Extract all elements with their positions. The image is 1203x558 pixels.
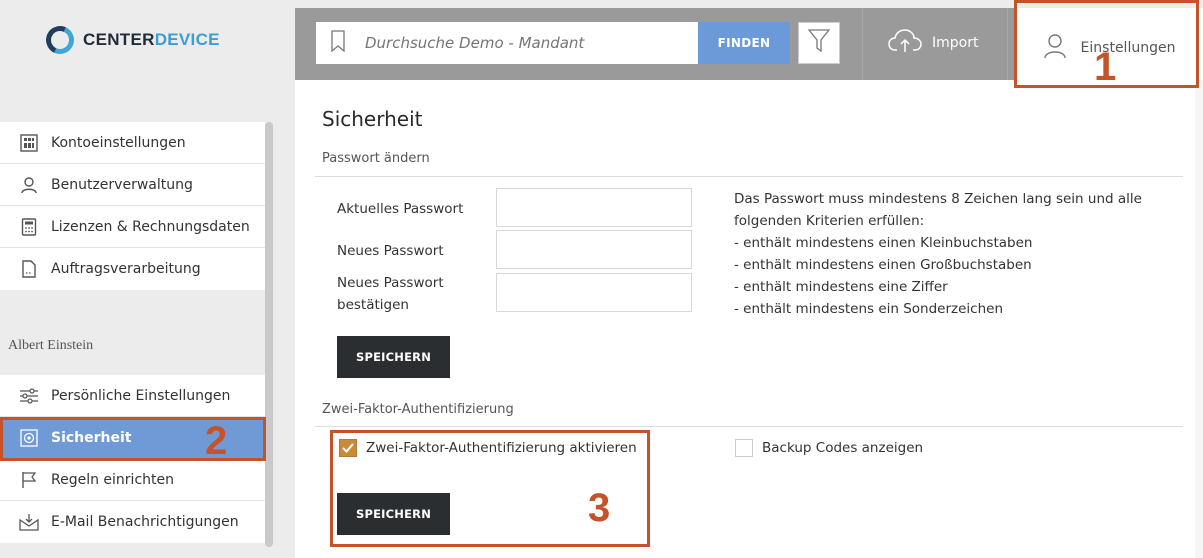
sidebar-item-regeln-einrichten[interactable]: Regeln einrichten [0,459,265,501]
divider [315,426,1183,427]
grid-icon [19,133,39,153]
password-rule: Das Passwort muss mindestens 8 Zeichen l… [734,191,1142,207]
sidebar-item-label: Kontoeinstellungen [51,134,186,151]
save-password-button[interactable]: SPEICHERN [337,336,450,378]
confirm-password-label: Neues Passwort bestätigen [337,272,444,316]
sidebar-item-lizenzen[interactable]: Lizenzen & Rechnungsdaten [0,206,265,248]
current-password-label: Aktuelles Passwort [337,201,464,217]
sidebar-scrollbar[interactable] [265,122,273,547]
current-password-field[interactable] [496,188,692,227]
main-scrollbar[interactable] [1195,80,1203,558]
calculator-icon [19,217,39,237]
new-password-field[interactable] [496,230,692,269]
annotation-number-1: 1 [1094,45,1117,89]
password-rule: - enthält mindestens einen Kleinbuchstab… [734,235,1033,251]
flag-icon [19,470,39,490]
confirm-password-field[interactable] [496,273,692,312]
cloud-upload-icon [888,28,922,58]
backup-codes-checkbox-row[interactable]: Backup Codes anzeigen [735,439,923,457]
password-rule: - enthält mindestens einen Großbuchstabe… [734,257,1032,273]
password-section-title: Passwort ändern [322,151,430,166]
account-settings-nav: Kontoeinstellungen Benutzerverwaltung Li… [0,122,265,290]
page-title: Sicherheit [322,107,423,131]
search-input[interactable] [365,34,665,52]
topbar-divider [862,8,863,80]
new-password-label: Neues Passwort [337,243,444,259]
sidebar-item-label: Auftragsverarbeitung [51,261,201,277]
backup-codes-label: Backup Codes anzeigen [762,440,924,456]
topbar-divider [1007,8,1008,80]
search-box [316,22,698,64]
user-icon [19,175,39,195]
sidebar: CENTERDEVICE Kontoeinstellungen Benutzer… [0,0,273,558]
sidebar-item-kontoeinstellungen[interactable]: Kontoeinstellungen [0,122,265,164]
sidebar-item-email-benachrichtigungen[interactable]: E-Mail Benachrichtigungen [0,501,265,543]
password-rules: Das Passwort muss mindestens 8 Zeichen l… [734,188,1154,320]
find-button[interactable]: FINDEN [698,22,790,64]
annotation-number-2: 2 [205,419,228,463]
filter-button[interactable] [798,22,840,64]
sidebar-item-label: Lizenzen & Rechnungsdaten [51,218,250,235]
password-rule: folgenden Kriterien erfüllen: [734,213,925,229]
document-icon [19,259,39,279]
import-label: Import [932,35,979,51]
bookmark-icon[interactable] [331,30,345,56]
sidebar-item-label: E-Mail Benachrichtigungen [51,514,239,530]
filter-icon [807,29,831,57]
sidebar-item-persoenliche-einstellungen[interactable]: Persönliche Einstellungen [0,375,265,417]
brand-suffix: DEVICE [154,30,220,49]
sidebar-item-label: Regeln einrichten [51,471,174,488]
password-rule: - enthält mindestens ein Sonderzeichen [734,301,1004,317]
twofa-section-title: Zwei-Faktor-Authentifizierung [322,402,514,417]
mail-icon [19,512,39,532]
import-button[interactable]: Import [888,28,978,58]
sidebar-item-label: Persönliche Einstellungen [51,387,231,404]
confirm-password-label-line1: Neues Passwort [337,275,444,291]
sidebar-item-label: Benutzerverwaltung [51,176,193,193]
annotation-number-3: 3 [588,486,611,530]
sliders-icon [19,386,39,406]
user-name-heading: Albert Einstein [8,338,94,353]
brand-prefix: CENTER [83,30,155,49]
sidebar-item-auftragsverarbeitung[interactable]: Auftragsverarbeitung [0,248,265,290]
divider [315,176,1183,177]
confirm-password-label-line2: bestätigen [337,297,409,313]
backup-codes-checkbox[interactable] [735,439,753,457]
sidebar-item-benutzerverwaltung[interactable]: Benutzerverwaltung [0,164,265,206]
logo-icon [42,22,78,58]
centerdevice-logo[interactable]: CENTERDEVICE [42,22,220,58]
password-rule: - enthält mindestens eine Ziffer [734,279,948,295]
